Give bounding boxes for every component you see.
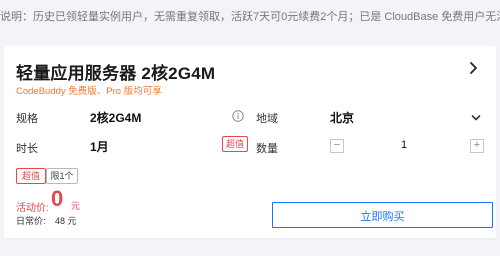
chevron-right-icon[interactable] [466, 61, 480, 75]
buy-now-button[interactable]: 立即购买 [272, 202, 493, 228]
quantity-label: 数量 [256, 143, 278, 155]
duration-label: 时长 [16, 143, 38, 155]
quantity-value[interactable]: 1 [394, 139, 414, 151]
notice-text: 说明：历史已领轻量实例用户，无需重复领取，活跃7天可0元续费2个月；已是 Clo… [0, 11, 500, 23]
product-card: 轻量应用服务器 2核2G4M CodeBuddy 免费版、Pro 版均可享 规格… [4, 46, 496, 238]
promo-price-label: 活动价: [16, 203, 49, 214]
minus-icon[interactable]: − [330, 139, 344, 153]
product-title: 轻量应用服务器 2核2G4M [16, 64, 216, 83]
promo-price-value: 0 [51, 186, 64, 211]
spec-label: 规格 [16, 113, 38, 125]
daily-price-value: 48 元 [55, 216, 77, 226]
region-value[interactable]: 北京 [330, 109, 354, 126]
discount-badge: 超值 [222, 136, 248, 152]
spec-value: 2核2G4M [90, 111, 142, 125]
promo-price-unit: 元 [71, 201, 81, 211]
chevron-down-icon[interactable] [471, 113, 481, 123]
info-icon[interactable] [232, 110, 244, 122]
product-subtitle: CodeBuddy 免费版、Pro 版均可享 [16, 86, 162, 97]
tag-limit-one: 限1个 [46, 168, 78, 184]
plus-icon[interactable]: + [470, 139, 484, 153]
duration-value[interactable]: 1月 [90, 138, 109, 155]
tag-super-value: 超值 [16, 168, 46, 184]
region-label: 地域 [256, 113, 278, 125]
daily-price-label: 日常价: [16, 216, 46, 226]
